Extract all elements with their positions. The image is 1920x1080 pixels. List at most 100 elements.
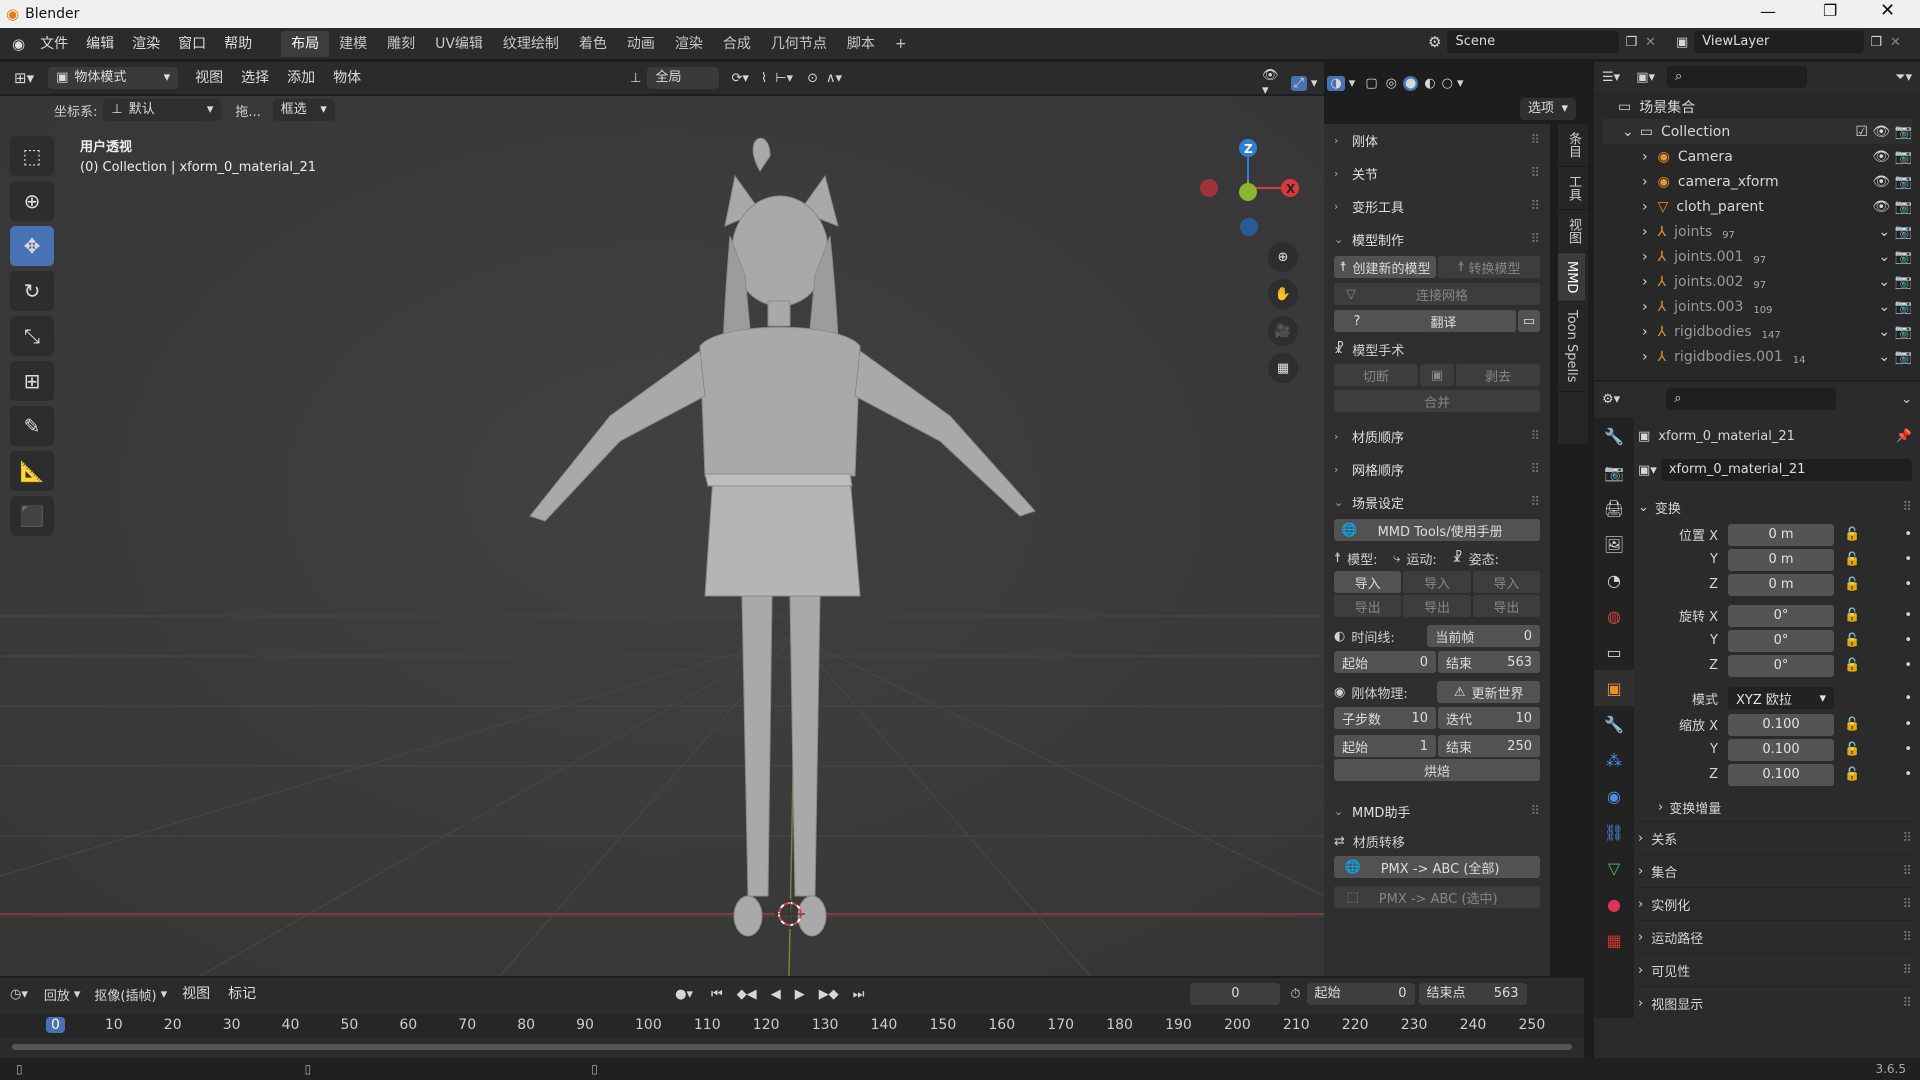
timeline-view-menu[interactable]: 视图 — [173, 981, 219, 1007]
add-cube-tool-icon[interactable]: ⬛ — [10, 496, 54, 536]
lock-icon[interactable]: 🔓 — [1844, 742, 1860, 757]
scale-field[interactable]: 0.100 — [1728, 763, 1834, 786]
render-tab-icon[interactable]: 📷 — [1594, 454, 1634, 490]
maximize-button[interactable]: ❐ — [1823, 1, 1837, 20]
prev-keyframe-icon[interactable]: ◆◀ — [737, 987, 757, 1002]
view-layer-tab-icon[interactable]: 🖼 — [1594, 526, 1634, 562]
timeline-editor-icon[interactable]: ◷▾ — [10, 987, 28, 1002]
import-pose-button[interactable]: 导入 — [1472, 571, 1540, 593]
scale-field[interactable]: 0.100 — [1728, 738, 1834, 761]
material-transfer-label[interactable]: ⇄ 材质转移 — [1334, 828, 1540, 854]
ortho-toggle-icon[interactable]: ▦ — [1268, 353, 1298, 383]
mesh-data-tab-icon[interactable]: ▽ — [1594, 850, 1634, 886]
xray-icon[interactable]: ▢ — [1365, 76, 1377, 91]
translate-button[interactable]: ? 翻译 — [1334, 310, 1516, 332]
falloff-icon[interactable]: ∧▾ — [826, 71, 842, 86]
keyframe-dot-icon[interactable]: • — [1904, 767, 1912, 782]
lock-icon[interactable]: 🔓 — [1844, 767, 1860, 782]
cursor-tool-icon[interactable]: ⊕ — [10, 181, 54, 221]
timeline-marker-menu[interactable]: 标记 — [219, 981, 265, 1007]
property-section-header[interactable]: › 视图显示 ⠿ — [1638, 986, 1912, 1019]
import-model-button[interactable]: 导入 — [1334, 571, 1402, 593]
tab-toon-spells[interactable]: Toon Spells — [1558, 302, 1585, 392]
options-dropdown[interactable]: 选项 ▾ — [1520, 98, 1576, 120]
visibility-toggle-icon[interactable]: ⌄ 📷 — [1878, 324, 1912, 340]
scene-selector[interactable]: Scene — [1447, 31, 1620, 53]
scene-icon[interactable]: ⚙ — [1428, 33, 1441, 51]
viewlayer-icon[interactable]: ▣ — [1676, 35, 1688, 50]
proportional-edit-icon[interactable]: ⊙ — [807, 71, 818, 86]
delete-scene-icon[interactable]: ✕ — [1645, 35, 1656, 50]
material-shading-icon[interactable]: ◐ — [1424, 76, 1435, 91]
expand-icon[interactable]: › — [1642, 274, 1648, 290]
current-frame-input[interactable]: 0 — [1190, 983, 1281, 1005]
scale-tool-icon[interactable]: ⤡ — [10, 316, 54, 356]
snap-icon[interactable]: ⌇ — [761, 71, 767, 86]
rigid-body-header[interactable]: › 刚体 ⠿ — [1324, 124, 1550, 157]
tab-item[interactable]: 条目 — [1558, 124, 1589, 167]
outliner-item[interactable]: › ⅄ joints.002 97 ⌄ 📷 — [1602, 269, 1912, 294]
tab-scripting[interactable]: 脚本 — [837, 31, 885, 57]
delta-transform-header[interactable]: › 变换增量 — [1638, 793, 1912, 821]
create-model-button[interactable]: ☨ 创建新的模型 — [1334, 256, 1436, 278]
joint-header[interactable]: › 关节 ⠿ — [1324, 157, 1550, 190]
convert-model-button[interactable]: ☨ 转换模型 — [1438, 256, 1540, 278]
outliner-item[interactable]: › ⅄ rigidbodies 147 ⌄ 📷 — [1602, 319, 1912, 344]
lock-icon[interactable]: 🔓 — [1844, 552, 1860, 567]
visibility-toggle-icon[interactable]: ⌄ 📷 — [1878, 274, 1912, 290]
frame-start-input[interactable]: 起始 0 — [1306, 983, 1415, 1005]
keyframe-dot-icon[interactable]: • — [1904, 608, 1912, 623]
delete-viewlayer-icon[interactable]: ✕ — [1890, 35, 1901, 50]
viewport-menu-view[interactable]: 视图 — [186, 65, 232, 91]
location-field[interactable]: 0 m — [1728, 573, 1834, 596]
outliner-item[interactable]: › ⅄ rigidbodies.001 14 ⌄ 📷 — [1602, 344, 1912, 369]
lock-icon[interactable]: 🔓 — [1844, 717, 1860, 732]
menu-window[interactable]: 窗口 — [169, 31, 215, 57]
close-window-button[interactable]: ✕ — [1880, 0, 1895, 21]
visibility-toggle-icon[interactable]: 👁 📷 — [1872, 174, 1912, 190]
timeline-scrollbar[interactable] — [12, 1044, 1572, 1050]
mesh-order-header[interactable]: › 网格顺序 ⠿ — [1324, 453, 1550, 486]
keyframe-dot-icon[interactable]: • — [1904, 658, 1912, 673]
expand-icon[interactable]: › — [1642, 224, 1648, 240]
viewport-menu-add[interactable]: 添加 — [278, 65, 324, 91]
export-model-button[interactable]: 导出 — [1334, 595, 1402, 617]
outliner-item[interactable]: › ◉ camera_xform 👁 📷 — [1602, 169, 1912, 194]
display-mode-icon[interactable]: ▣▾ — [1636, 70, 1655, 85]
3d-viewport[interactable]: Z X 用户透视 (0) Collection | xform_0_materi… — [0, 96, 1324, 976]
scene-tab-icon[interactable]: ◔ — [1594, 562, 1634, 598]
property-section-header[interactable]: › 可见性 ⠿ — [1638, 953, 1912, 986]
snap-target-icon[interactable]: ⊢▾ — [775, 71, 793, 86]
model-making-header[interactable]: ⌄ 模型制作 ⠿ — [1324, 223, 1550, 256]
keyframe-dot-icon[interactable]: • — [1904, 633, 1912, 648]
overlay-menu-icon[interactable]: ▾ — [1349, 76, 1356, 91]
cut-button[interactable]: 切断 — [1334, 364, 1418, 386]
tab-texture-paint[interactable]: 纹理绘制 — [493, 31, 569, 57]
tab-geometry-nodes[interactable]: 几何节点 — [761, 31, 837, 57]
blender-menu-icon[interactable]: ◉ — [12, 35, 25, 53]
properties-options-icon[interactable]: ⌄ — [1901, 392, 1912, 407]
keying-menu[interactable]: 抠像(插帧) ▾ — [94, 985, 167, 1004]
menu-edit[interactable]: 编辑 — [77, 31, 123, 57]
tab-layout[interactable]: 布局 — [281, 30, 330, 57]
time-stopwatch-icon[interactable]: ⏱ — [1290, 987, 1300, 1002]
separate-button[interactable]: 剥去 — [1456, 364, 1540, 386]
annotate-tool-icon[interactable]: ✎ — [10, 406, 54, 446]
jump-end-icon[interactable]: ⏭ — [853, 987, 865, 1002]
menu-file[interactable]: 文件 — [31, 31, 77, 57]
orientation-selector[interactable]: 全局 — [647, 67, 720, 89]
camera-view-icon[interactable]: 🎥 — [1268, 316, 1298, 346]
rotation-field[interactable]: 0° — [1728, 654, 1834, 677]
menu-help[interactable]: 帮助 — [215, 31, 261, 57]
editor-type-icon[interactable]: ⊞▾ — [14, 69, 34, 87]
rotation-field[interactable]: 0° — [1728, 629, 1834, 652]
object-selector-icon[interactable]: ▣▾ — [1638, 463, 1657, 478]
solid-shading-icon[interactable]: ● — [1402, 75, 1419, 91]
transform-header[interactable]: ⌄ 变换 ⠿ — [1638, 492, 1912, 522]
keyframe-dot-icon[interactable]: • — [1904, 717, 1912, 732]
timeline-ruler[interactable]: 0 10 20 30 40 50 60 70 80 90 100 110 120 130 140 150 160… — [0, 1014, 1584, 1038]
drag-label[interactable]: 拖... — [235, 101, 260, 120]
export-motion-button[interactable]: 导出 — [1403, 595, 1471, 617]
play-reverse-icon[interactable]: ◀ — [771, 987, 781, 1002]
merge-button[interactable]: 合并 — [1334, 390, 1540, 412]
